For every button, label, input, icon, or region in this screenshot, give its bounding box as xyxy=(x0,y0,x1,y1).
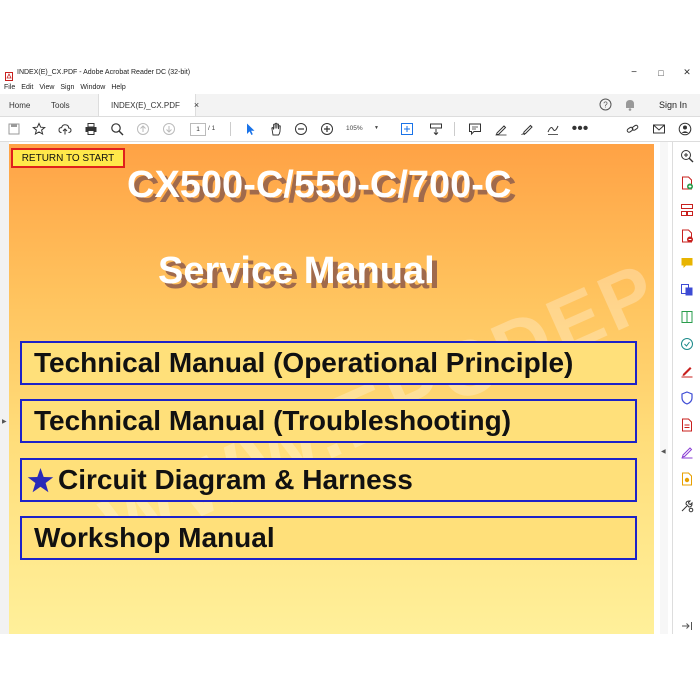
title-bar: INDEX(E)_CX.PDF - Adobe Acrobat Reader D… xyxy=(0,64,700,81)
menu-edit[interactable]: Edit xyxy=(21,84,33,91)
zoom-search-icon[interactable] xyxy=(107,119,127,139)
combine-files-icon[interactable] xyxy=(680,283,694,297)
page-total: / 1 xyxy=(208,125,216,132)
compress-pdf-icon[interactable] xyxy=(680,310,694,324)
star-icon xyxy=(27,467,54,492)
share-user-icon[interactable] xyxy=(675,119,695,139)
window-title: INDEX(E)_CX.PDF - Adobe Acrobat Reader D… xyxy=(17,69,191,76)
toolbar-divider xyxy=(454,122,455,136)
tools-wrench-icon[interactable] xyxy=(680,499,694,513)
close-window-button[interactable]: ✕ xyxy=(673,64,700,81)
scroll-mode-icon[interactable] xyxy=(426,119,446,139)
left-panel-strip[interactable]: ▶ xyxy=(0,142,9,634)
link-label: Workshop Manual xyxy=(34,522,275,553)
previous-page-icon[interactable] xyxy=(133,119,153,139)
tab-home[interactable]: Home xyxy=(9,94,30,116)
sign-in-button[interactable]: Sign In xyxy=(659,94,687,116)
fit-page-icon[interactable] xyxy=(397,119,417,139)
collapse-right-panel-icon[interactable]: ◀ xyxy=(661,448,666,455)
bookmark-star-icon[interactable] xyxy=(29,119,49,139)
acrobat-window: INDEX(E)_CX.PDF - Adobe Acrobat Reader D… xyxy=(0,64,700,634)
link-technical-operational[interactable]: Technical Manual (Operational Principle) xyxy=(20,341,637,385)
right-panel-strip[interactable]: ◀ xyxy=(660,142,668,634)
collapse-panel-icon[interactable] xyxy=(680,619,694,633)
tab-document[interactable]: INDEX(E)_CX.PDF × xyxy=(98,94,199,116)
menu-sign[interactable]: Sign xyxy=(60,84,74,91)
zoom-level-select[interactable]: 105% ▼ xyxy=(346,123,379,134)
link-label: Technical Manual (Operational Principle) xyxy=(34,347,574,378)
select-cursor-icon[interactable] xyxy=(240,119,260,139)
zoom-in-icon[interactable] xyxy=(317,119,337,139)
highlight-pen-icon[interactable] xyxy=(491,119,511,139)
help-icon[interactable]: ? xyxy=(599,98,612,111)
more-tools-icon[interactable]: ••• xyxy=(570,119,590,139)
notification-bell-icon[interactable] xyxy=(624,98,636,111)
search-zoom-icon[interactable] xyxy=(680,149,694,163)
menu-view[interactable]: View xyxy=(39,84,54,91)
minimize-button[interactable]: − xyxy=(620,64,648,81)
fill-sign-icon[interactable] xyxy=(543,119,563,139)
protect-shield-icon[interactable] xyxy=(680,391,694,405)
close-tab-icon[interactable]: × xyxy=(194,100,199,110)
menu-window[interactable]: Window xyxy=(80,84,105,91)
link-technical-troubleshooting[interactable]: Technical Manual (Troubleshooting) xyxy=(20,399,637,443)
export-pdf-icon[interactable] xyxy=(680,229,694,243)
save-icon[interactable] xyxy=(4,119,24,139)
page-number-input[interactable]: 1 xyxy=(190,123,206,136)
comment-icon[interactable] xyxy=(465,119,485,139)
zoom-out-icon[interactable] xyxy=(291,119,311,139)
menu-bar: File Edit View Sign Window Help xyxy=(0,81,128,93)
expand-left-panel-icon[interactable]: ▶ xyxy=(2,418,7,425)
sign-pen-icon[interactable] xyxy=(517,119,537,139)
zoom-level-value: 105% xyxy=(346,125,363,132)
chevron-down-icon: ▼ xyxy=(374,125,379,131)
main-toolbar: 1 / 1 105% ▼ ••• xyxy=(0,117,700,142)
link-label: Circuit Diagram & Harness xyxy=(58,464,413,495)
tab-tools[interactable]: Tools xyxy=(51,94,70,116)
upload-cloud-icon[interactable] xyxy=(55,119,75,139)
print-icon[interactable] xyxy=(81,119,101,139)
tab-document-label: INDEX(E)_CX.PDF xyxy=(111,100,180,110)
link-edit-icon[interactable] xyxy=(623,119,643,139)
pdf-file-icon xyxy=(5,68,13,81)
link-workshop-manual[interactable]: Workshop Manual xyxy=(20,516,637,560)
organize-pages-icon[interactable] xyxy=(680,203,694,217)
menu-file[interactable]: File xyxy=(4,84,15,91)
enhance-scan-icon[interactable] xyxy=(680,337,694,351)
svg-text:?: ? xyxy=(603,101,608,110)
link-label: Technical Manual (Troubleshooting) xyxy=(34,405,512,436)
next-page-icon[interactable] xyxy=(159,119,179,139)
document-title: CX500-C/550-C/700-C xyxy=(127,164,512,206)
maximize-button[interactable]: □ xyxy=(647,64,675,81)
return-to-start-button[interactable]: RETURN TO START xyxy=(11,148,125,168)
pdf-page: WWW.EPCDEPO.COM RETURN TO START CX500-C/… xyxy=(9,144,654,634)
hand-tool-icon[interactable] xyxy=(266,119,286,139)
comment-panel-icon[interactable] xyxy=(680,256,694,270)
document-subtitle: Service Manual xyxy=(158,250,435,292)
menu-help[interactable]: Help xyxy=(111,84,125,91)
send-for-review-icon[interactable] xyxy=(680,472,694,486)
edit-pdf-icon[interactable] xyxy=(680,418,694,432)
fill-sign-panel-icon[interactable] xyxy=(680,364,694,378)
create-pdf-icon[interactable] xyxy=(680,176,694,190)
link-circuit-diagram[interactable]: Circuit Diagram & Harness xyxy=(20,458,637,502)
tab-bar: Home Tools INDEX(E)_CX.PDF × ? Sign In xyxy=(0,94,700,117)
right-tools-panel xyxy=(672,142,700,634)
toolbar-divider xyxy=(230,122,231,136)
request-signature-icon[interactable] xyxy=(680,445,694,459)
email-icon[interactable] xyxy=(649,119,669,139)
